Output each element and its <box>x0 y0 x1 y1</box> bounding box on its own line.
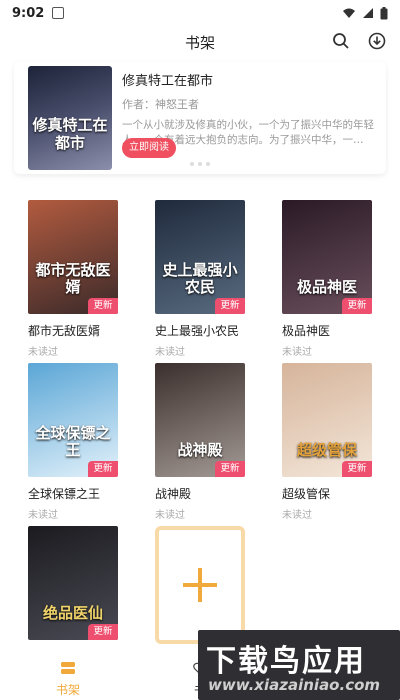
book-cover-title: 都市无敌医婿 <box>35 261 111 296</box>
featured-cover[interactable]: 修真特工在都市 <box>28 66 112 170</box>
book-cover[interactable]: 全球保镖之王 更新 <box>28 363 118 477</box>
download-button[interactable] <box>366 30 388 52</box>
update-badge: 更新 <box>88 624 118 640</box>
book-item[interactable]: 绝品医仙 更新 <box>28 526 118 640</box>
watermark-title: 下载鸟应用 <box>206 644 366 679</box>
search-button[interactable] <box>330 30 352 52</box>
read-status: 未读过 <box>282 510 312 521</box>
header: 书架 <box>0 26 400 58</box>
read-status: 未读过 <box>155 347 185 358</box>
book-cover-title: 全球保镖之王 <box>35 424 111 459</box>
nav-bookshelf[interactable]: 书架 <box>38 660 98 698</box>
update-badge: 更新 <box>215 461 245 477</box>
featured-author: 作者：神怒王者 <box>122 98 199 111</box>
book-cover-title: 绝品医仙 <box>42 604 103 622</box>
book-cover[interactable]: 超级管保 更新 <box>282 363 372 477</box>
page-title: 书架 <box>184 33 215 52</box>
banner-dot <box>198 162 202 166</box>
book-item[interactable]: 战神殿 更新 战神殿 未读过 <box>155 363 245 521</box>
book-title: 战神殿 <box>155 487 192 501</box>
book-title: 极品神医 <box>282 324 331 338</box>
bookshelf-icon <box>61 662 75 674</box>
book-item[interactable]: 史上最强小农民 更新 史上最强小农民 未读过 <box>155 200 245 358</box>
book-cover[interactable]: 战神殿 更新 <box>155 363 245 477</box>
nav-bookshelf-label: 书架 <box>55 683 80 697</box>
read-status: 未读过 <box>28 347 58 358</box>
update-badge: 更新 <box>342 461 372 477</box>
banner-dot <box>190 162 194 166</box>
book-cover-title: 史上最强小农民 <box>162 261 238 296</box>
update-badge: 更新 <box>88 461 118 477</box>
update-badge: 更新 <box>215 298 245 314</box>
book-item[interactable]: 都市无敌医婿 更新 都市无敌医婿 未读过 <box>28 200 118 358</box>
book-cover-title: 超级管保 <box>296 441 357 459</box>
banner-dot <box>206 162 210 166</box>
status-time: 9:02 <box>12 5 45 21</box>
featured-book-banner[interactable]: 修真特工在都市 修真特工在都市 作者：神怒王者 一个从小就涉及修真的小伙，一个为… <box>14 62 386 174</box>
book-item[interactable]: 极品神医 更新 极品神医 未读过 <box>282 200 372 358</box>
update-badge: 更新 <box>88 298 118 314</box>
book-item[interactable]: 全球保镖之王 更新 全球保镖之王 未读过 <box>28 363 118 521</box>
read-now-button[interactable]: 立即阅读 <box>122 138 176 158</box>
banner-pagination <box>190 162 210 166</box>
add-book-button[interactable] <box>155 526 245 644</box>
book-cover[interactable]: 绝品医仙 更新 <box>28 526 118 640</box>
signal-icon <box>363 8 373 18</box>
book-title: 史上最强小农民 <box>155 324 240 338</box>
featured-cover-title: 修真特工在都市 <box>32 116 108 152</box>
plus-icon <box>183 568 217 602</box>
book-title: 都市无敌医婿 <box>28 324 101 338</box>
download-icon <box>368 32 386 50</box>
read-status: 未读过 <box>28 510 58 521</box>
book-cover[interactable]: 史上最强小农民 更新 <box>155 200 245 314</box>
read-status: 未读过 <box>282 347 312 358</box>
read-status: 未读过 <box>155 510 185 521</box>
status-bar: 9:02 <box>0 0 400 26</box>
update-badge: 更新 <box>342 298 372 314</box>
book-cover-title: 战神殿 <box>177 441 223 459</box>
book-title: 超级管保 <box>282 487 331 501</box>
featured-title: 修真特工在都市 <box>122 74 214 89</box>
book-cover[interactable]: 极品神医 更新 <box>282 200 372 314</box>
wifi-icon <box>343 8 355 18</box>
notification-icon <box>52 7 65 19</box>
battery-icon <box>380 6 388 19</box>
book-item[interactable]: 超级管保 更新 超级管保 未读过 <box>282 363 372 521</box>
watermark-url: www.xiazainiao.com <box>208 676 381 694</box>
book-cover-title: 极品神医 <box>296 278 357 296</box>
watermark: 下载鸟应用 www.xiazainiao.com <box>198 630 400 700</box>
book-title: 全球保镖之王 <box>28 487 101 501</box>
book-cover[interactable]: 都市无敌医婿 更新 <box>28 200 118 314</box>
search-icon <box>333 33 349 49</box>
